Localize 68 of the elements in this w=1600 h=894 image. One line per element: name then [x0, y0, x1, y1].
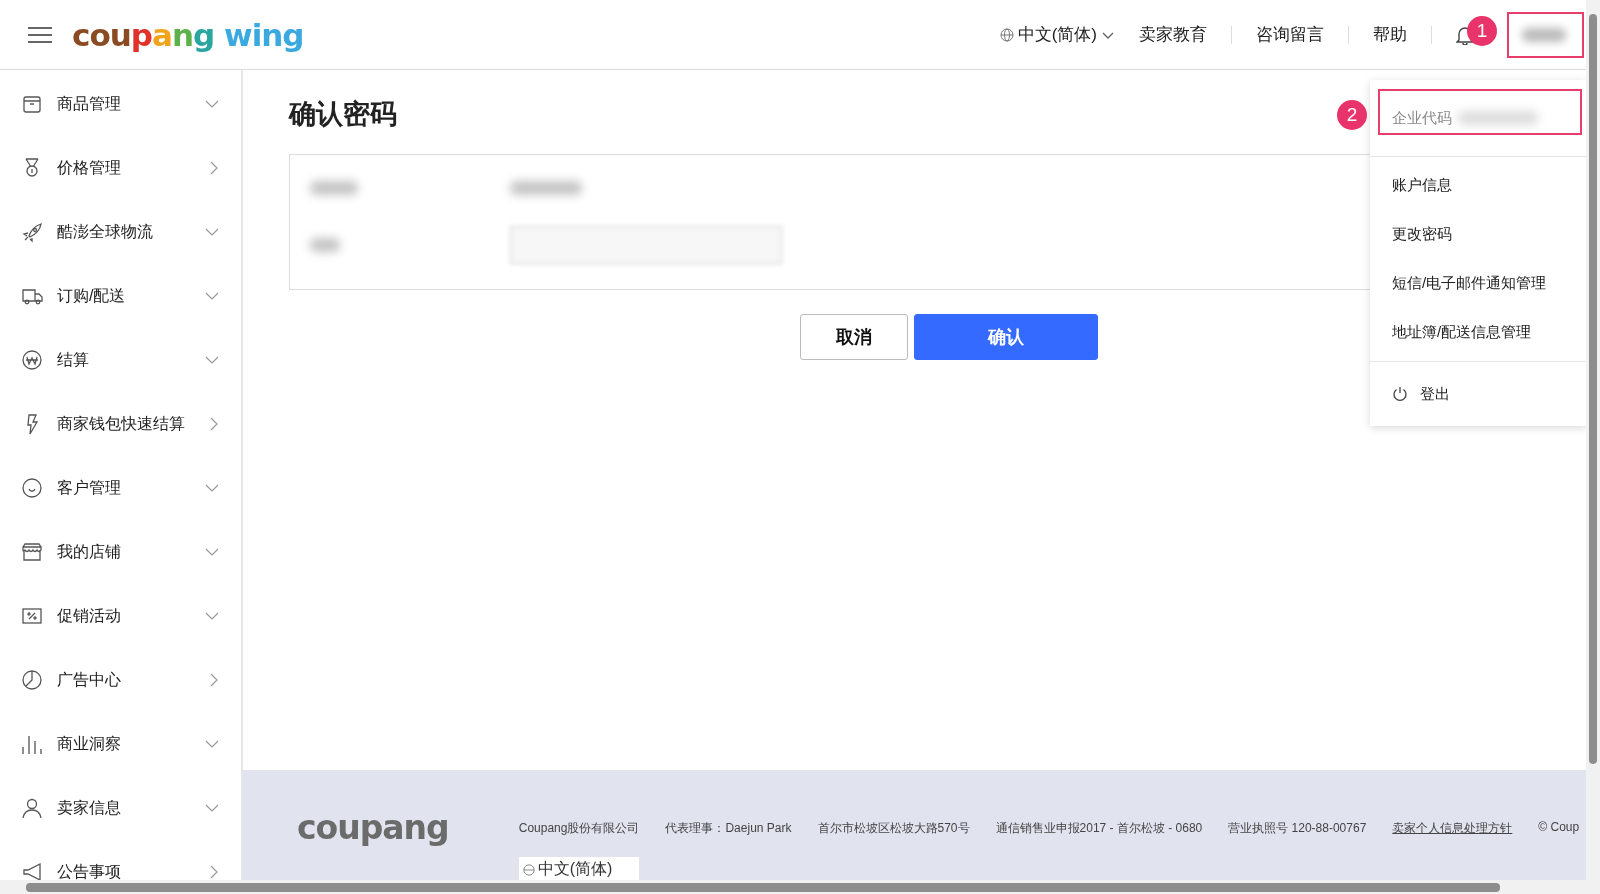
- coupon-icon: [21, 605, 43, 627]
- company-code-label: 企业代码: [1392, 108, 1452, 128]
- vertical-scrollbar[interactable]: [1586, 0, 1600, 880]
- sidebar-item[interactable]: 我的店铺: [0, 520, 241, 584]
- blurred-text: [510, 180, 582, 195]
- sidebar-item[interactable]: 促销活动: [0, 584, 241, 648]
- header-link[interactable]: 卖家教育: [1139, 23, 1207, 46]
- box-icon: [21, 93, 43, 115]
- footer-text: © Coup: [1538, 820, 1580, 836]
- step-badge: 1: [1467, 16, 1497, 46]
- sidebar-item[interactable]: 卖家信息: [0, 776, 241, 840]
- page-title: 确认密码: [289, 98, 397, 131]
- chevron-right-icon: [210, 865, 219, 879]
- sidebar-item[interactable]: 商家钱包快速结算: [0, 392, 241, 456]
- footer-text: 通信销售业申报2017 - 首尔松坡 - 0680: [995, 820, 1203, 837]
- chevron-right-icon: [210, 673, 219, 687]
- pie-chart-icon: [21, 669, 43, 691]
- store-icon: [21, 541, 43, 563]
- confirm-button[interactable]: 确认: [914, 314, 1098, 360]
- person-icon: [21, 797, 43, 819]
- footer-text: Coupang股份有限公司: [518, 820, 640, 837]
- footer-text: 营业执照号 120-88-00767: [1228, 820, 1367, 837]
- megaphone-icon: [21, 861, 43, 880]
- privacy-policy-link[interactable]: 卖家个人信息处理方针: [1392, 820, 1513, 837]
- smiley-icon: [21, 477, 43, 499]
- cancel-button[interactable]: 取消: [800, 314, 908, 360]
- chevron-down-icon: [205, 99, 219, 109]
- chevron-down-icon: [205, 227, 219, 237]
- bar-chart-icon: [21, 733, 43, 755]
- chevron-down-icon: [205, 611, 219, 621]
- chevron-right-icon: [210, 417, 219, 431]
- blurred-text: [310, 237, 340, 252]
- sidebar-item[interactable]: 价格管理: [0, 136, 241, 200]
- won-coin-icon: [21, 349, 43, 371]
- blurred-text: [310, 180, 358, 195]
- logout-menu-item[interactable]: 登出: [1370, 362, 1586, 426]
- chevron-down-icon: [205, 291, 219, 301]
- footer-text: 首尔市松坡区松坡大路570号: [817, 820, 970, 837]
- sidebar-item[interactable]: 结算: [0, 328, 241, 392]
- logo[interactable]: coupang wing: [72, 16, 304, 53]
- menu-item[interactable]: 短信/电子邮件通知管理: [1370, 259, 1586, 308]
- power-icon: [1392, 386, 1408, 402]
- rocket-icon: [21, 221, 43, 243]
- chevron-down-icon: [205, 547, 219, 557]
- footer-text: 代表理事：Daejun Park: [665, 820, 792, 837]
- sidebar-item[interactable]: 商品管理: [0, 72, 241, 136]
- language-selector[interactable]: 中文(简体): [999, 23, 1115, 46]
- header-link[interactable]: 帮助: [1373, 23, 1407, 46]
- sidebar-item[interactable]: 酷澎全球物流: [0, 200, 241, 264]
- horizontal-scrollbar[interactable]: [0, 880, 1600, 894]
- header-link[interactable]: 咨询留言: [1256, 23, 1324, 46]
- sidebar-item[interactable]: 广告中心: [0, 648, 241, 712]
- sidebar-item[interactable]: 商业洞察: [0, 712, 241, 776]
- step-badge: 2: [1337, 100, 1367, 130]
- chevron-down-icon: [205, 803, 219, 813]
- language-selector[interactable]: 中文(简体): [518, 857, 639, 880]
- menu-icon[interactable]: [28, 26, 52, 43]
- menu-item[interactable]: 账户信息: [1370, 161, 1586, 210]
- menu-item[interactable]: 更改密码: [1370, 210, 1586, 259]
- chevron-right-icon: [210, 161, 219, 175]
- chevron-down-icon: [205, 483, 219, 493]
- chevron-down-icon: [205, 355, 219, 365]
- menu-item[interactable]: 地址簿/配送信息管理: [1370, 308, 1586, 357]
- sidebar-item[interactable]: 客户管理: [0, 456, 241, 520]
- footer-logo: coupang: [297, 808, 449, 847]
- chevron-down-icon: [205, 739, 219, 749]
- sidebar-item[interactable]: 订购/配送: [0, 264, 241, 328]
- sidebar-item[interactable]: 公告事项: [0, 840, 241, 880]
